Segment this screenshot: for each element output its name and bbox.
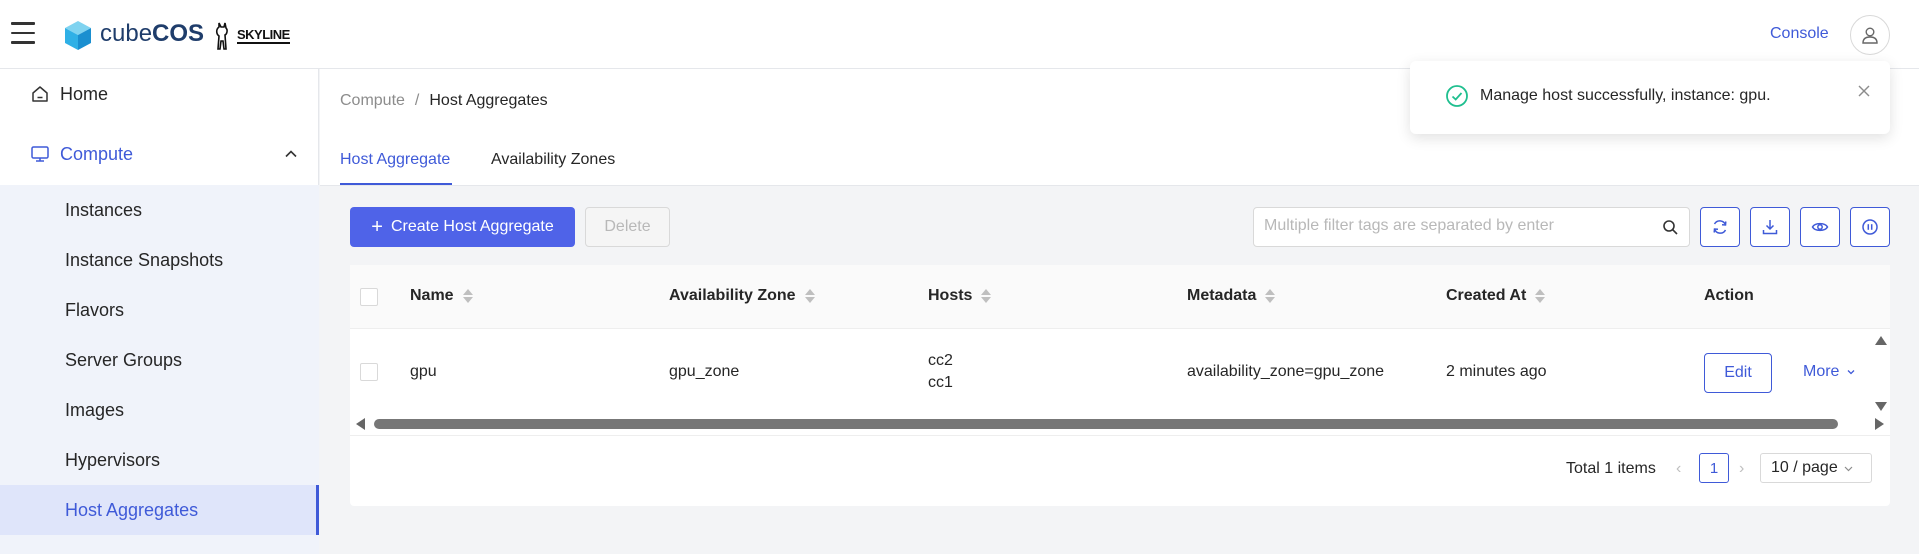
console-link[interactable]: Console bbox=[1770, 25, 1829, 43]
page-size-select[interactable]: 10 / page bbox=[1760, 453, 1872, 483]
table-header: Name Availability Zone Hosts Metadata Cr… bbox=[350, 265, 1890, 329]
column-label: Created At bbox=[1446, 287, 1527, 304]
cell-host: cc2 bbox=[928, 352, 953, 369]
close-icon[interactable] bbox=[1856, 83, 1872, 99]
check-circle-icon bbox=[1446, 85, 1468, 107]
monitor-icon bbox=[31, 146, 49, 162]
download-icon bbox=[1762, 220, 1778, 235]
cell-name: gpu bbox=[410, 363, 437, 380]
column-header-name[interactable]: Name bbox=[410, 287, 473, 305]
sidebar-item-host-aggregates[interactable]: Host Aggregates bbox=[0, 485, 319, 535]
sort-icon bbox=[1265, 289, 1276, 303]
home-icon bbox=[32, 86, 48, 102]
skyline-logo: SKYLINE bbox=[213, 19, 290, 53]
sidebar-item-hypervisors[interactable]: Hypervisors bbox=[0, 435, 319, 485]
sidebar-item-compute[interactable]: Compute bbox=[0, 129, 319, 179]
breadcrumb: Compute / Host Aggregates bbox=[340, 92, 548, 110]
chevron-down-icon bbox=[1844, 466, 1853, 471]
next-page-icon[interactable]: › bbox=[1739, 460, 1744, 478]
sort-icon bbox=[1535, 289, 1546, 303]
notification-message: Manage host successfully, instance: gpu. bbox=[1480, 87, 1771, 104]
total-items-label: Total 1 items bbox=[1566, 460, 1656, 477]
column-visibility-button[interactable] bbox=[1800, 207, 1840, 247]
create-host-aggregate-button[interactable]: + Create Host Aggregate bbox=[350, 207, 575, 247]
search-box bbox=[1253, 207, 1690, 247]
plus-icon: + bbox=[371, 216, 383, 238]
column-header-created-at[interactable]: Created At bbox=[1446, 287, 1546, 305]
page-number-button[interactable]: 1 bbox=[1699, 453, 1729, 483]
cell-availability-zone: gpu_zone bbox=[669, 363, 740, 380]
scroll-up-arrow-icon[interactable] bbox=[1875, 336, 1887, 345]
delete-button[interactable]: Delete bbox=[585, 207, 670, 247]
chevron-down-icon bbox=[1847, 370, 1855, 375]
cell-metadata: availability_zone=gpu_zone bbox=[1187, 363, 1385, 380]
product-logo: cubeCOS bbox=[100, 20, 204, 48]
breadcrumb-parent[interactable]: Compute bbox=[340, 92, 405, 109]
cell-created-at: 2 minutes ago bbox=[1446, 363, 1547, 380]
column-header-action: Action bbox=[1704, 287, 1754, 304]
sidebar-item-label: Compute bbox=[60, 143, 134, 164]
scroll-down-arrow-icon[interactable] bbox=[1875, 402, 1887, 411]
avatar[interactable] bbox=[1850, 15, 1890, 55]
active-tab-indicator bbox=[340, 183, 452, 185]
table-row: gpu gpu_zone cc2 cc1 availability_zone=g… bbox=[350, 329, 1890, 414]
row-checkbox[interactable] bbox=[360, 363, 378, 381]
sidebar-item-instance-snapshots[interactable]: Instance Snapshots bbox=[0, 235, 319, 285]
success-notification: Manage host successfully, instance: gpu. bbox=[1410, 61, 1890, 134]
refresh-button[interactable] bbox=[1700, 207, 1740, 247]
sort-icon bbox=[804, 289, 815, 303]
search-input[interactable] bbox=[1264, 217, 1654, 235]
pagination: Total 1 items ‹ 1 › 10 / page bbox=[350, 435, 1890, 506]
search-icon[interactable] bbox=[1662, 219, 1679, 236]
sort-icon bbox=[462, 289, 473, 303]
cube-logo-icon bbox=[65, 21, 91, 50]
menu-toggle-icon[interactable] bbox=[11, 22, 35, 46]
more-label: More bbox=[1803, 363, 1840, 380]
column-header-metadata[interactable]: Metadata bbox=[1187, 287, 1276, 305]
sidebar-item-images[interactable]: Images bbox=[0, 385, 319, 435]
page-size-value: 10 / page bbox=[1771, 459, 1838, 476]
sidebar-item-server-groups[interactable]: Server Groups bbox=[0, 335, 319, 385]
eye-icon bbox=[1811, 222, 1829, 232]
skyline-logo-text: SKYLINE bbox=[237, 27, 290, 44]
scroll-right-arrow-icon[interactable] bbox=[1875, 418, 1884, 430]
sidebar-item-home[interactable]: Home bbox=[0, 69, 319, 119]
sidebar-item-label: Home bbox=[60, 83, 109, 104]
scrollbar-thumb[interactable] bbox=[374, 419, 1838, 429]
user-icon bbox=[1862, 27, 1878, 44]
logo-text-bold: COS bbox=[152, 20, 205, 47]
select-all-checkbox[interactable] bbox=[360, 288, 378, 306]
tab-availability-zones[interactable]: Availability Zones bbox=[491, 151, 615, 169]
pause-icon bbox=[1862, 219, 1878, 235]
breadcrumb-current: Host Aggregates bbox=[429, 92, 548, 109]
sidebar-item-flavors[interactable]: Flavors bbox=[0, 285, 319, 335]
column-header-hosts[interactable]: Hosts bbox=[928, 287, 992, 305]
llama-icon bbox=[215, 22, 228, 50]
prev-page-icon[interactable]: ‹ bbox=[1676, 460, 1681, 478]
compute-submenu: Instances Instance Snapshots Flavors Ser… bbox=[0, 185, 319, 554]
scroll-left-arrow-icon[interactable] bbox=[356, 418, 365, 430]
create-button-label: Create Host Aggregate bbox=[390, 218, 554, 235]
more-dropdown[interactable]: More bbox=[1803, 363, 1856, 381]
sort-icon bbox=[981, 289, 992, 303]
horizontal-scrollbar[interactable] bbox=[350, 414, 1890, 434]
refresh-icon bbox=[1713, 220, 1727, 234]
pause-button[interactable] bbox=[1850, 207, 1890, 247]
top-header: cubeCOS SKYLINE Console bbox=[0, 0, 1919, 69]
edit-button[interactable]: Edit bbox=[1704, 353, 1772, 393]
host-aggregates-table: Name Availability Zone Hosts Metadata Cr… bbox=[350, 265, 1890, 506]
column-label: Hosts bbox=[928, 287, 973, 304]
sidebar-item-instances[interactable]: Instances bbox=[0, 185, 319, 235]
breadcrumb-separator: / bbox=[414, 92, 420, 109]
column-label: Availability Zone bbox=[669, 287, 796, 304]
tab-host-aggregate[interactable]: Host Aggregate bbox=[340, 151, 450, 169]
chevron-up-icon bbox=[285, 150, 297, 158]
column-label: Metadata bbox=[1187, 287, 1257, 304]
download-button[interactable] bbox=[1750, 207, 1790, 247]
sidebar: Home Compute Instances Instance Snapshot… bbox=[0, 69, 319, 554]
column-label: Name bbox=[410, 287, 454, 304]
column-header-availability-zone[interactable]: Availability Zone bbox=[669, 287, 815, 305]
cell-host: cc1 bbox=[928, 374, 953, 391]
logo-text-light: cube bbox=[100, 20, 153, 47]
